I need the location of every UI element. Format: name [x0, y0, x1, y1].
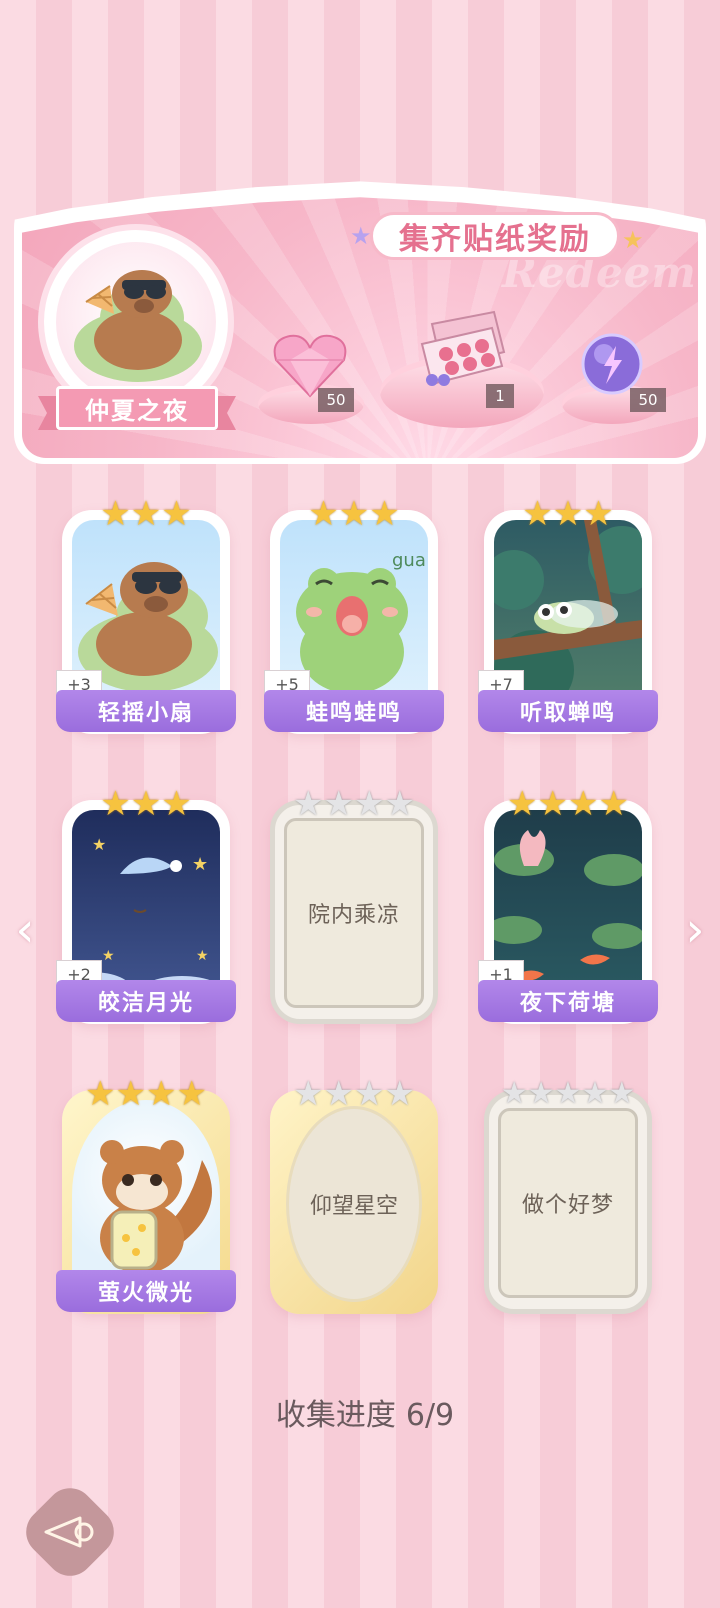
card-label: 轻摇小扇: [56, 690, 236, 732]
card-stars: ★ ★ ★: [484, 496, 652, 532]
card-label: 蛙鸣蛙鸣: [264, 690, 444, 732]
star-icon: ★: [293, 1074, 324, 1114]
card-stars: ★ ★ ★ ★: [270, 1076, 438, 1112]
svg-text:★: ★: [196, 948, 209, 964]
star-icon: ★: [161, 784, 192, 824]
back-arrow-icon: [40, 1512, 100, 1552]
card-stars: ★ ★ ★: [62, 496, 230, 532]
banner-title: 集齐贴纸奖励: [370, 212, 620, 260]
star-icon: ★: [146, 1074, 177, 1114]
capybara-fan-icon: [56, 242, 216, 402]
star-icon: ★: [500, 1076, 528, 1111]
reward-count-1: 50: [318, 388, 354, 412]
star-icon: ★: [85, 1074, 116, 1114]
star-icon: ★: [581, 1076, 609, 1111]
star-icon: ★: [100, 784, 131, 824]
collection-ribbon: 仲夏之夜: [38, 386, 236, 436]
star-icon: ★: [583, 494, 614, 534]
sticker-card-8-locked[interactable]: 仰望星空 ★ ★ ★ ★: [270, 1076, 438, 1314]
star-icon: ★: [537, 784, 568, 824]
star-icon: ★: [527, 1076, 555, 1111]
sticker-card-3[interactable]: ★ ★ ★ +7 听取蝉鸣: [478, 496, 658, 734]
star-icon: ★: [161, 494, 192, 534]
reward-count-2: 1: [486, 384, 514, 408]
sticker-card-4[interactable]: ★ ★ ★ ★ ★ ★ ★ +2 皎洁月光: [56, 786, 236, 1024]
star-icon: ★: [323, 784, 354, 824]
star-icon: ★: [308, 494, 339, 534]
squirrel-firefly-jar-icon: [72, 1100, 220, 1290]
lilac-star-icon: ★: [350, 222, 372, 250]
star-icon: ★: [100, 494, 131, 534]
next-page-arrow[interactable]: ›: [680, 902, 710, 958]
sticker-card-9-locked[interactable]: 做个好梦 ★ ★ ★ ★ ★: [484, 1076, 652, 1314]
progress-label: 收集进度: [275, 1398, 396, 1433]
purple-energy-orb-icon[interactable]: [580, 332, 644, 396]
card-label: 夜下荷塘: [478, 980, 658, 1022]
star-icon: ★: [293, 784, 324, 824]
card-stars: ★ ★ ★ ★: [270, 786, 438, 822]
card-stars: ★ ★ ★ ★ ★: [484, 1076, 652, 1112]
svg-text:★: ★: [92, 835, 106, 854]
locked-card-label: 院内乘凉: [284, 818, 424, 1008]
sticker-card-7[interactable]: ★ ★ ★ ★ 萤火微光: [56, 1076, 236, 1314]
sticker-card-6[interactable]: ★ ★ ★ ★ +1 夜下荷塘: [478, 786, 658, 1024]
star-icon: ★: [384, 1074, 415, 1114]
collection-progress: 收集进度 6/9: [0, 1390, 720, 1434]
svg-text:★: ★: [102, 948, 115, 964]
card-stars: ★ ★ ★: [270, 496, 438, 532]
star-icon: ★: [130, 784, 162, 824]
card-stars: ★ ★ ★ ★: [484, 786, 652, 822]
star-icon: ★: [130, 494, 162, 534]
star-icon: ★: [507, 784, 538, 824]
star-icon: ★: [354, 784, 385, 824]
gold-star-icon: ★: [622, 226, 644, 254]
locked-card-label: 做个好梦: [498, 1108, 638, 1298]
prev-page-arrow[interactable]: ‹: [10, 902, 40, 958]
star-icon: ★: [552, 494, 584, 534]
star-icon: ★: [176, 1074, 207, 1114]
progress-value: 6/9: [405, 1398, 455, 1433]
card-label: 听取蝉鸣: [478, 690, 658, 732]
gift-box-icon[interactable]: [412, 304, 512, 394]
banner-title-wrap: ★ 集齐贴纸奖励 ★: [350, 212, 644, 260]
card-stars: ★ ★ ★ ★: [62, 1076, 230, 1112]
star-icon: ★: [323, 1074, 354, 1114]
star-icon: ★: [554, 1076, 582, 1111]
star-icon: ★: [369, 494, 400, 534]
star-icon: ★: [608, 1076, 636, 1111]
reward-count-3: 50: [630, 388, 666, 412]
star-icon: ★: [598, 784, 629, 824]
collection-name: 仲夏之夜: [56, 386, 218, 430]
card-stars: ★ ★ ★: [62, 786, 230, 822]
star-icon: ★: [115, 1074, 146, 1114]
star-icon: ★: [338, 494, 370, 534]
sticker-card-5-locked[interactable]: 院内乘凉 ★ ★ ★ ★: [270, 786, 438, 1024]
star-icon: ★: [522, 494, 553, 534]
gua-text: gua: [392, 550, 426, 571]
card-label: 皎洁月光: [56, 980, 236, 1022]
svg-text:★: ★: [192, 854, 208, 875]
star-icon: ★: [354, 1074, 385, 1114]
card-label: 萤火微光: [56, 1270, 236, 1312]
star-icon: ★: [384, 784, 415, 824]
sticker-card-2[interactable]: gua ★ ★ ★ +5 蛙鸣蛙鸣: [264, 496, 444, 734]
locked-card-label: 仰望星空: [286, 1106, 422, 1302]
sticker-card-1[interactable]: ★ ★ ★ +3 轻摇小扇: [56, 496, 236, 734]
star-icon: ★: [568, 784, 599, 824]
